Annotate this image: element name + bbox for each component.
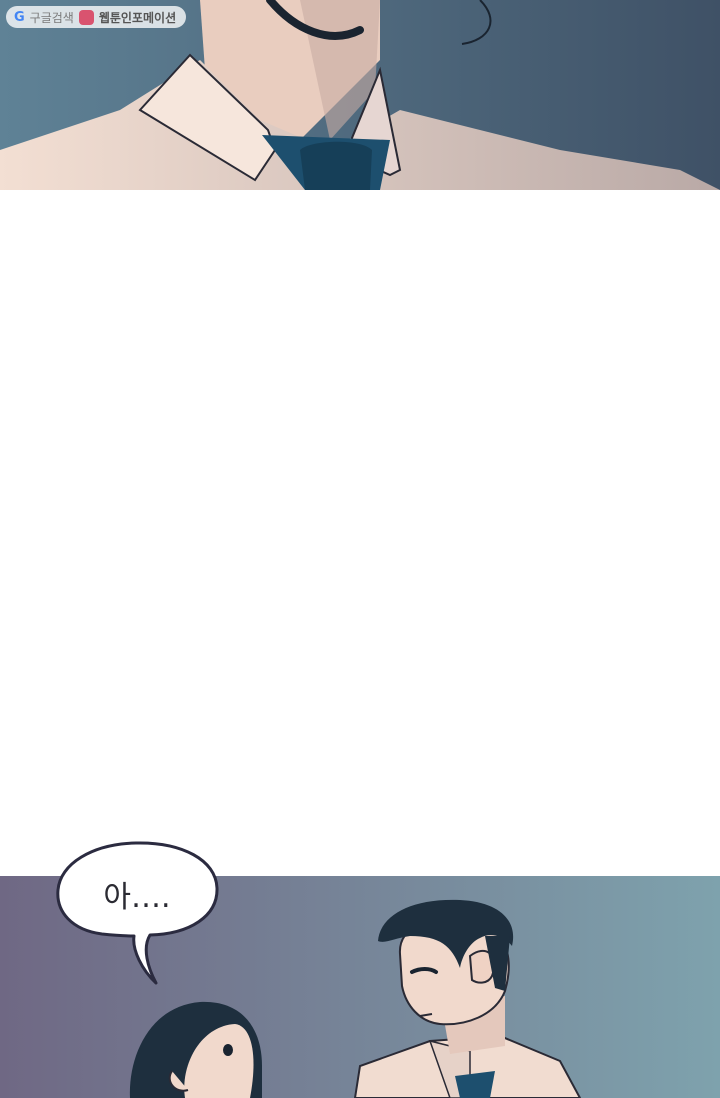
speech-text: 아…. — [103, 880, 171, 915]
site-label: 웹툰인포메이션 — [98, 10, 177, 25]
top-comic-panel: G 구글검색 웹툰인포메이션 — [0, 0, 720, 190]
google-icon: G — [14, 9, 25, 25]
search-label: 구글검색 — [29, 10, 74, 25]
collar-closeup-art — [0, 0, 720, 190]
watermark-badge: G 구글검색 웹툰인포메이션 — [6, 6, 187, 28]
site-logo-icon — [78, 9, 94, 25]
